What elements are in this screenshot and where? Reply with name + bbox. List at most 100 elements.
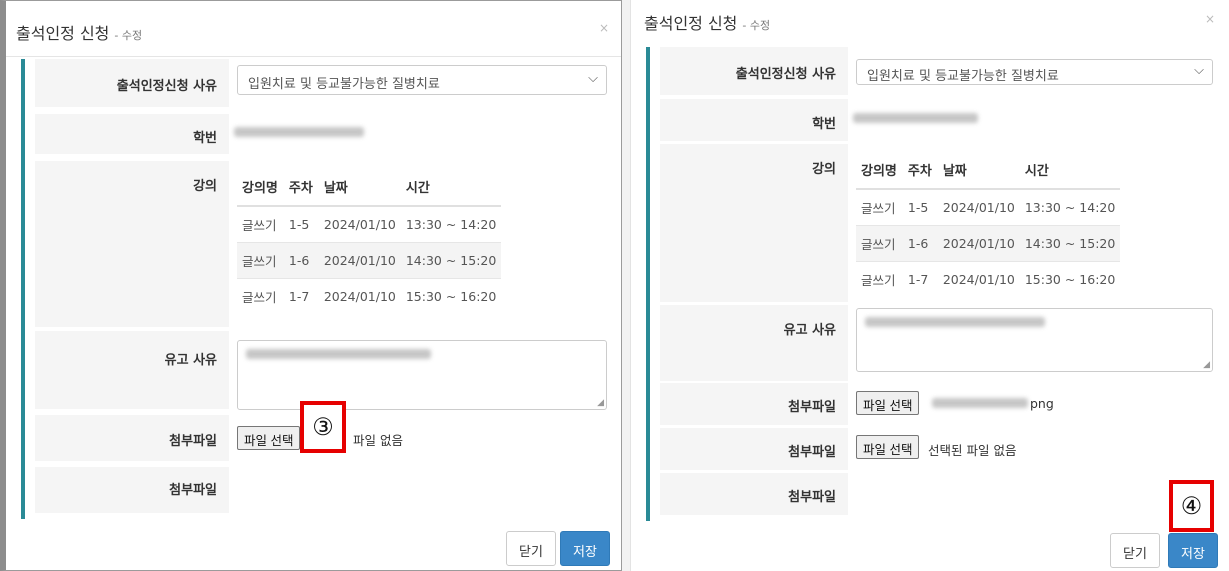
reason-select[interactable]: 입원치료 및 등교불가능한 질병치료 ⌵	[856, 59, 1213, 85]
file-select-button[interactable]: 파일 선택	[856, 435, 920, 459]
cell-name: 글쓰기	[856, 261, 903, 297]
table-row: 글쓰기 1-7 2024/01/10 15:30 ~ 16:20	[856, 261, 1121, 297]
attachment-cell-empty	[229, 467, 615, 513]
lecture-cell: 강의명 주차 날짜 시간 글쓰기 1-5 2024/01/10 13:30 ~ …	[229, 161, 615, 327]
file-status: 선택된 파일 없음	[928, 443, 1017, 458]
lecture-table: 강의명 주차 날짜 시간 글쓰기 1-5 2024/01/10 13:30 ~ …	[856, 153, 1121, 297]
col-time: 시간	[400, 170, 502, 207]
col-date: 날짜	[937, 153, 1020, 190]
modal-header: 출석인정 신청 - 수정 ×	[631, 0, 1229, 40]
step-marker-4: ④	[1169, 480, 1214, 532]
row-reason: 출석인정신청 사유 입원치료 및 등교불가능한 질병치료 ⌵	[660, 47, 1221, 95]
row-lecture: 강의 강의명 주차 날짜 시간 글쓰기 1-5 2024/01/10 13:30…	[660, 144, 1221, 302]
attachment-label: 첨부파일	[35, 415, 229, 461]
file-select-button[interactable]: 파일 선택	[856, 391, 920, 415]
file-status: 파일 없음	[353, 433, 403, 448]
table-row: 글쓰기 1-7 2024/01/10 15:30 ~ 16:20	[237, 278, 502, 314]
cell-time: 14:30 ~ 15:20	[1019, 225, 1121, 262]
attachment-cell-empty	[848, 473, 1221, 515]
reason-cell: 입원치료 및 등교불가능한 질병치료 ⌵	[848, 47, 1221, 95]
modal-subtitle: - 수정	[114, 29, 143, 42]
cell-name: 글쓰기	[237, 205, 284, 243]
attachment-cell: 파일 선택 png	[848, 383, 1221, 425]
step-marker-3: ③	[300, 401, 346, 453]
absence-reason-label: 유고 사유	[35, 331, 229, 409]
row-attachment-2: 첨부파일 파일 선택 선택된 파일 없음	[660, 428, 1221, 470]
screenshot-divider	[622, 0, 630, 571]
cell-week: 1-6	[283, 242, 319, 279]
cell-date: 2024/01/10	[937, 225, 1020, 262]
cell-name: 글쓰기	[856, 225, 903, 262]
form-panel: 출석인정신청 사유 입원치료 및 등교불가능한 질병치료 ⌵ 학번 강의 강의명…	[646, 47, 1221, 521]
save-button[interactable]: 저장	[560, 531, 610, 566]
cell-time: 15:30 ~ 16:20	[1019, 261, 1121, 297]
modal-subtitle: - 수정	[742, 19, 771, 32]
row-attachment-2: 첨부파일	[35, 467, 615, 513]
attachment-cell: 파일 선택 선택된 파일 없음	[848, 428, 1221, 470]
close-icon[interactable]: ×	[599, 21, 609, 35]
modal-title: 출석인정 신청 - 수정	[16, 20, 142, 44]
cell-time: 14:30 ~ 15:20	[400, 242, 502, 279]
redacted-file-name	[932, 398, 1028, 408]
redacted-student-id	[853, 113, 978, 123]
absence-reason-cell: ◢	[229, 331, 615, 410]
attachment-label: 첨부파일	[660, 428, 848, 470]
cell-date: 2024/01/10	[318, 278, 401, 314]
attachment-label: 첨부파일	[660, 473, 848, 515]
close-button[interactable]: 닫기	[1110, 533, 1160, 568]
attendance-modal-step3: 출석인정 신청 - 수정 × 출석인정신청 사유 입원치료 및 등교불가능한 질병…	[0, 0, 622, 571]
cell-name: 글쓰기	[237, 278, 284, 314]
student-id-value	[229, 114, 615, 154]
absence-reason-textarea[interactable]: ◢	[237, 340, 607, 410]
table-row: 글쓰기 1-6 2024/01/10 14:30 ~ 15:20	[237, 242, 502, 279]
row-student-id: 학번	[35, 114, 615, 154]
chevron-down-icon: ⌵	[588, 71, 598, 86]
absence-reason-textarea[interactable]: ◢	[856, 308, 1213, 372]
cell-week: 1-7	[283, 278, 319, 314]
student-id-label: 학번	[660, 99, 848, 141]
row-attachment-1: 첨부파일 파일 선택 png	[660, 383, 1221, 425]
cell-week: 1-7	[902, 261, 938, 297]
col-lecture-name: 강의명	[856, 153, 903, 190]
lecture-label: 강의	[660, 144, 848, 302]
cell-time: 15:30 ~ 16:20	[400, 278, 502, 314]
resize-grip-icon[interactable]: ◢	[597, 398, 604, 408]
col-week: 주차	[902, 153, 938, 190]
row-reason: 출석인정신청 사유 입원치료 및 등교불가능한 질병치료 ⌵	[35, 59, 615, 107]
close-icon[interactable]: ×	[1205, 12, 1215, 26]
lecture-label: 강의	[35, 161, 229, 327]
reason-select[interactable]: 입원치료 및 등교불가능한 질병치료 ⌵	[237, 65, 607, 95]
redacted-reason-text	[865, 317, 1045, 327]
file-select-button[interactable]: 파일 선택	[237, 426, 301, 450]
col-week: 주차	[283, 170, 319, 207]
table-row: 글쓰기 1-5 2024/01/10 13:30 ~ 14:20	[237, 205, 502, 243]
col-time: 시간	[1019, 153, 1121, 190]
reason-select-value: 입원치료 및 등교불가능한 질병치료	[867, 69, 1059, 84]
cell-date: 2024/01/10	[318, 205, 401, 243]
reason-label: 출석인정신청 사유	[660, 47, 848, 95]
reason-label: 출석인정신청 사유	[35, 59, 229, 107]
row-attachment-3: 첨부파일	[660, 473, 1221, 515]
cell-name: 글쓰기	[237, 242, 284, 279]
close-button[interactable]: 닫기	[506, 531, 556, 566]
modal-header: 출석인정 신청 - 수정 ×	[6, 1, 621, 57]
cell-date: 2024/01/10	[937, 261, 1020, 297]
attachment-label: 첨부파일	[660, 383, 848, 425]
attachment-cell: 파일 선택 파일 없음	[229, 415, 615, 461]
save-button[interactable]: 저장	[1168, 533, 1218, 568]
student-id-value	[848, 99, 1221, 141]
cell-date: 2024/01/10	[318, 242, 401, 279]
table-row: 글쓰기 1-5 2024/01/10 13:30 ~ 14:20	[856, 188, 1121, 226]
absence-reason-cell: ◢	[848, 305, 1221, 381]
cell-time: 13:30 ~ 14:20	[1019, 188, 1121, 226]
modal-title: 출석인정 신청 - 수정	[644, 10, 770, 34]
lecture-cell: 강의명 주차 날짜 시간 글쓰기 1-5 2024/01/10 13:30 ~ …	[848, 144, 1221, 302]
absence-reason-label: 유고 사유	[660, 305, 848, 381]
cell-name: 글쓰기	[856, 188, 903, 226]
row-absence-reason: 유고 사유 ◢	[35, 331, 615, 410]
row-student-id: 학번	[660, 99, 1221, 141]
cell-week: 1-5	[902, 188, 938, 226]
screenshot-stage: 출석인정 신청 - 수정 × 출석인정신청 사유 입원치료 및 등교불가능한 질병…	[0, 0, 1229, 571]
modal-title-text: 출석인정 신청	[16, 24, 110, 43]
resize-grip-icon[interactable]: ◢	[1203, 360, 1210, 370]
